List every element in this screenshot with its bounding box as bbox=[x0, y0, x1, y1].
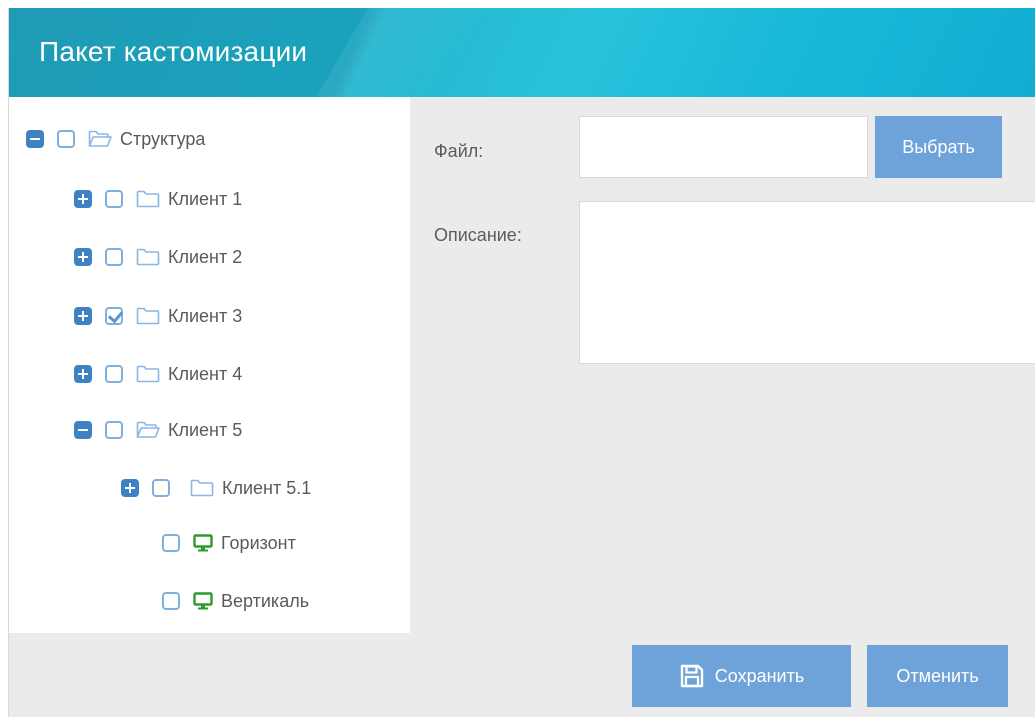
tree-node-label: Клиент 5.1 bbox=[222, 477, 312, 498]
folder-icon bbox=[136, 365, 160, 383]
monitor-icon bbox=[193, 592, 213, 610]
dialog-title: Пакет кастомизации bbox=[39, 36, 308, 67]
tree-node-checkbox[interactable] bbox=[105, 365, 123, 383]
tree-node-client-5[interactable]: Клиент 5 bbox=[74, 415, 242, 445]
tree-node-checkbox[interactable] bbox=[152, 479, 170, 497]
tree-node-checkbox-checked[interactable] bbox=[105, 307, 123, 325]
save-button-label: Сохранить bbox=[714, 665, 805, 686]
dialog-header: Пакет кастомизации bbox=[9, 8, 1035, 97]
folder-open-icon bbox=[136, 421, 160, 438]
file-label: Файл: bbox=[434, 141, 484, 161]
browse-button[interactable]: Выбрать bbox=[875, 116, 1002, 178]
tree-node-gorizont[interactable]: Горизонт bbox=[162, 528, 296, 558]
tree-node-label: Клиент 2 bbox=[168, 246, 243, 267]
tree-node-label: Клиент 3 bbox=[168, 305, 243, 326]
folder-open-icon bbox=[88, 130, 112, 147]
expand-icon[interactable] bbox=[74, 248, 92, 266]
tree-node-label: Клиент 5 bbox=[168, 419, 243, 440]
tree-node-checkbox[interactable] bbox=[162, 592, 180, 610]
description-textarea[interactable] bbox=[579, 201, 1035, 364]
tree-node-label: Клиент 4 bbox=[168, 363, 243, 384]
folder-icon bbox=[136, 248, 160, 266]
save-button[interactable]: Сохранить bbox=[632, 645, 851, 707]
folder-icon bbox=[136, 307, 160, 325]
tree-node-label: Горизонт bbox=[221, 532, 296, 553]
tree-node-vertikal[interactable]: Вертикаль bbox=[162, 586, 309, 616]
tree-node-label: Структура bbox=[120, 128, 206, 149]
tree-node-client-5-1[interactable]: Клиент 5.1 bbox=[121, 473, 311, 503]
tree-node-client-1[interactable]: Клиент 1 bbox=[74, 184, 242, 214]
tree-node-checkbox[interactable] bbox=[105, 190, 123, 208]
customization-package-dialog: Пакет кастомизации Структура Клиент 1 Кл… bbox=[8, 8, 1035, 717]
expand-icon[interactable] bbox=[74, 365, 92, 383]
expand-icon[interactable] bbox=[121, 479, 139, 497]
cancel-button[interactable]: Отменить bbox=[867, 645, 1008, 707]
tree-node-checkbox[interactable] bbox=[162, 534, 180, 552]
tree-node-checkbox[interactable] bbox=[105, 421, 123, 439]
collapse-icon[interactable] bbox=[74, 421, 92, 439]
expand-icon[interactable] bbox=[74, 190, 92, 208]
collapse-icon[interactable] bbox=[26, 130, 44, 148]
tree-node-label: Клиент 1 bbox=[168, 188, 243, 209]
folder-icon bbox=[136, 190, 160, 208]
description-label: Описание: bbox=[434, 225, 522, 245]
tree-node-structure[interactable]: Структура bbox=[26, 124, 205, 154]
folder-icon bbox=[190, 479, 214, 497]
tree-node-client-3[interactable]: Клиент 3 bbox=[74, 301, 242, 331]
file-input[interactable] bbox=[579, 116, 868, 178]
expand-icon[interactable] bbox=[74, 307, 92, 325]
structure-tree: Структура Клиент 1 Клиент 2 Клиент 3 Кли… bbox=[9, 97, 410, 633]
save-icon bbox=[680, 664, 703, 688]
tree-node-checkbox[interactable] bbox=[57, 130, 75, 148]
tree-node-client-4[interactable]: Клиент 4 bbox=[74, 359, 242, 389]
monitor-icon bbox=[193, 534, 213, 552]
tree-node-checkbox[interactable] bbox=[105, 248, 123, 266]
tree-node-client-2[interactable]: Клиент 2 bbox=[74, 242, 242, 272]
tree-node-label: Вертикаль bbox=[221, 590, 310, 611]
